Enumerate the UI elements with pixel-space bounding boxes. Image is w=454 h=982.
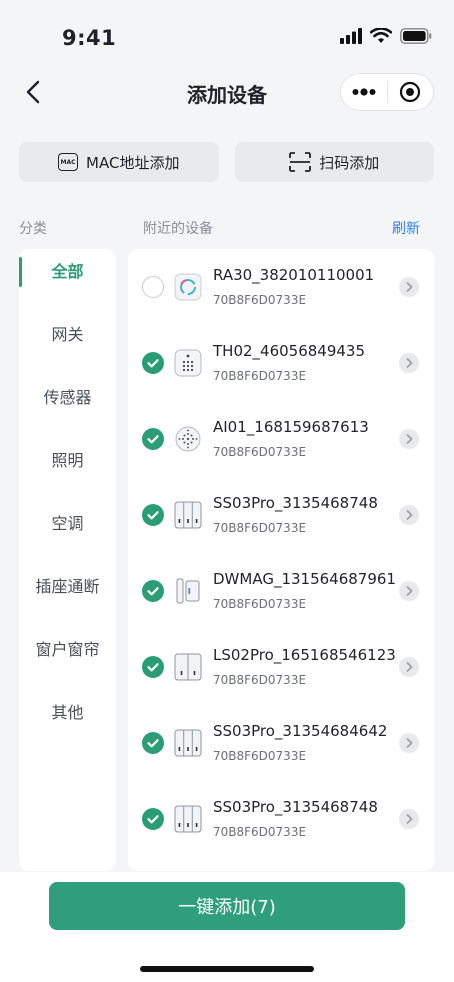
signal-icon bbox=[340, 28, 362, 44]
chevron-right-icon[interactable] bbox=[399, 581, 419, 601]
chevron-right-icon[interactable] bbox=[399, 429, 419, 449]
device-name: AI01_168159687613 bbox=[213, 418, 369, 436]
scan-add-label: 扫码添加 bbox=[319, 153, 380, 172]
chevron-right-icon[interactable] bbox=[399, 657, 419, 677]
category-socket[interactable]: 插座通断 bbox=[19, 572, 116, 602]
device-row[interactable]: DWMAG_131564687961 70B8F6D0733E bbox=[128, 553, 434, 629]
round-sensor-icon bbox=[175, 426, 201, 452]
device-name: DWMAG_131564687961 bbox=[213, 570, 396, 588]
checkmark-icon[interactable] bbox=[142, 428, 164, 450]
device-row[interactable]: SS03Pro_3135468748 70B8F6D0733E bbox=[128, 781, 434, 857]
device-row[interactable]: LS02Pro_165168546123 70B8F6D0733E bbox=[128, 629, 434, 705]
category-heading: 分类 bbox=[19, 221, 47, 237]
door-magnet-icon bbox=[176, 578, 200, 604]
category-lighting[interactable]: 照明 bbox=[19, 446, 116, 476]
device-name: SS03Pro_3135468748 bbox=[213, 494, 378, 512]
mini-program-capsule bbox=[340, 73, 434, 111]
category-all[interactable]: 全部 bbox=[19, 257, 116, 287]
bottom-bar: 一键添加(7) bbox=[0, 872, 454, 982]
checkmark-icon[interactable] bbox=[142, 656, 164, 678]
device-mac: 70B8F6D0733E bbox=[213, 369, 307, 383]
device-mac: 70B8F6D0733E bbox=[213, 521, 307, 535]
scan-add-button[interactable]: 扫码添加 bbox=[234, 142, 434, 182]
ring-sensor-icon bbox=[174, 273, 202, 301]
category-sensor[interactable]: 传感器 bbox=[19, 383, 116, 413]
chevron-right-icon[interactable] bbox=[399, 809, 419, 829]
checkmark-icon[interactable] bbox=[142, 808, 164, 830]
battery-icon bbox=[400, 28, 432, 44]
category-list: 全部 网关 传感器 照明 空调 插座通断 窗户窗帘 其他 bbox=[19, 249, 116, 871]
device-row[interactable]: AI01_168159687613 70B8F6D0733E bbox=[128, 401, 434, 477]
chevron-right-icon[interactable] bbox=[399, 505, 419, 525]
category-gateway[interactable]: 网关 bbox=[19, 320, 116, 350]
device-mac: 70B8F6D0733E bbox=[213, 749, 307, 763]
device-list: RA30_382010110001 70B8F6D0733E TH02_4605… bbox=[128, 249, 434, 871]
device-row[interactable]: SS03Pro_31354684642 70B8F6D0733E bbox=[128, 705, 434, 781]
device-name: TH02_46056849435 bbox=[213, 342, 366, 360]
category-other[interactable]: 其他 bbox=[19, 698, 116, 728]
status-icons bbox=[340, 28, 432, 44]
mac-add-button[interactable]: MAC MAC地址添加 bbox=[19, 142, 219, 182]
refresh-link[interactable]: 刷新 bbox=[392, 218, 420, 238]
add-all-button[interactable]: 一键添加(7) bbox=[49, 882, 405, 930]
triple-switch-icon bbox=[174, 729, 202, 757]
scan-icon bbox=[289, 152, 312, 172]
chevron-right-icon[interactable] bbox=[399, 277, 419, 297]
more-dots-icon bbox=[352, 88, 376, 96]
triple-switch-icon bbox=[174, 805, 202, 833]
double-switch-icon bbox=[174, 653, 202, 681]
chevron-right-icon[interactable] bbox=[399, 353, 419, 373]
device-row[interactable]: SS03Pro_3135468748 70B8F6D0733E bbox=[128, 477, 434, 553]
device-mac: 70B8F6D0733E bbox=[213, 825, 307, 839]
device-mac: 70B8F6D0733E bbox=[213, 445, 307, 459]
home-indicator bbox=[140, 966, 314, 972]
target-close-icon bbox=[400, 81, 421, 103]
nearby-heading: 附近的设备 bbox=[143, 221, 213, 237]
add-method-buttons: MAC MAC地址添加 扫码添加 bbox=[19, 142, 434, 182]
temp-humidity-icon bbox=[174, 349, 202, 377]
checkmark-icon[interactable] bbox=[142, 352, 164, 374]
checkmark-icon[interactable] bbox=[142, 580, 164, 602]
status-time: 9:41 bbox=[62, 26, 117, 50]
device-row[interactable]: TH02_46056849435 70B8F6D0733E bbox=[128, 325, 434, 401]
status-bar: 9:41 bbox=[0, 0, 454, 70]
category-curtain[interactable]: 窗户窗帘 bbox=[19, 635, 116, 665]
device-mac: 70B8F6D0733E bbox=[213, 673, 307, 687]
checkmark-icon[interactable] bbox=[142, 732, 164, 754]
select-checkbox[interactable] bbox=[142, 276, 164, 298]
nav-bar: 添加设备 bbox=[0, 70, 454, 118]
category-ac[interactable]: 空调 bbox=[19, 509, 116, 539]
device-mac: 70B8F6D0733E bbox=[213, 293, 307, 307]
checkmark-icon[interactable] bbox=[142, 504, 164, 526]
device-row[interactable]: RA30_382010110001 70B8F6D0733E bbox=[128, 249, 434, 325]
device-name: RA30_382010110001 bbox=[213, 266, 375, 284]
device-mac: 70B8F6D0733E bbox=[213, 597, 307, 611]
close-mini-program-button[interactable] bbox=[387, 74, 433, 110]
more-button[interactable] bbox=[341, 74, 387, 110]
wifi-icon bbox=[370, 28, 392, 43]
device-name: SS03Pro_31354684642 bbox=[213, 722, 388, 740]
chevron-right-icon[interactable] bbox=[399, 733, 419, 753]
device-name: LS02Pro_165168546123 bbox=[213, 646, 396, 664]
mac-add-label: MAC地址添加 bbox=[86, 153, 180, 172]
triple-switch-icon bbox=[174, 501, 202, 529]
device-name: SS03Pro_3135468748 bbox=[213, 798, 378, 816]
mac-icon: MAC bbox=[58, 153, 79, 171]
